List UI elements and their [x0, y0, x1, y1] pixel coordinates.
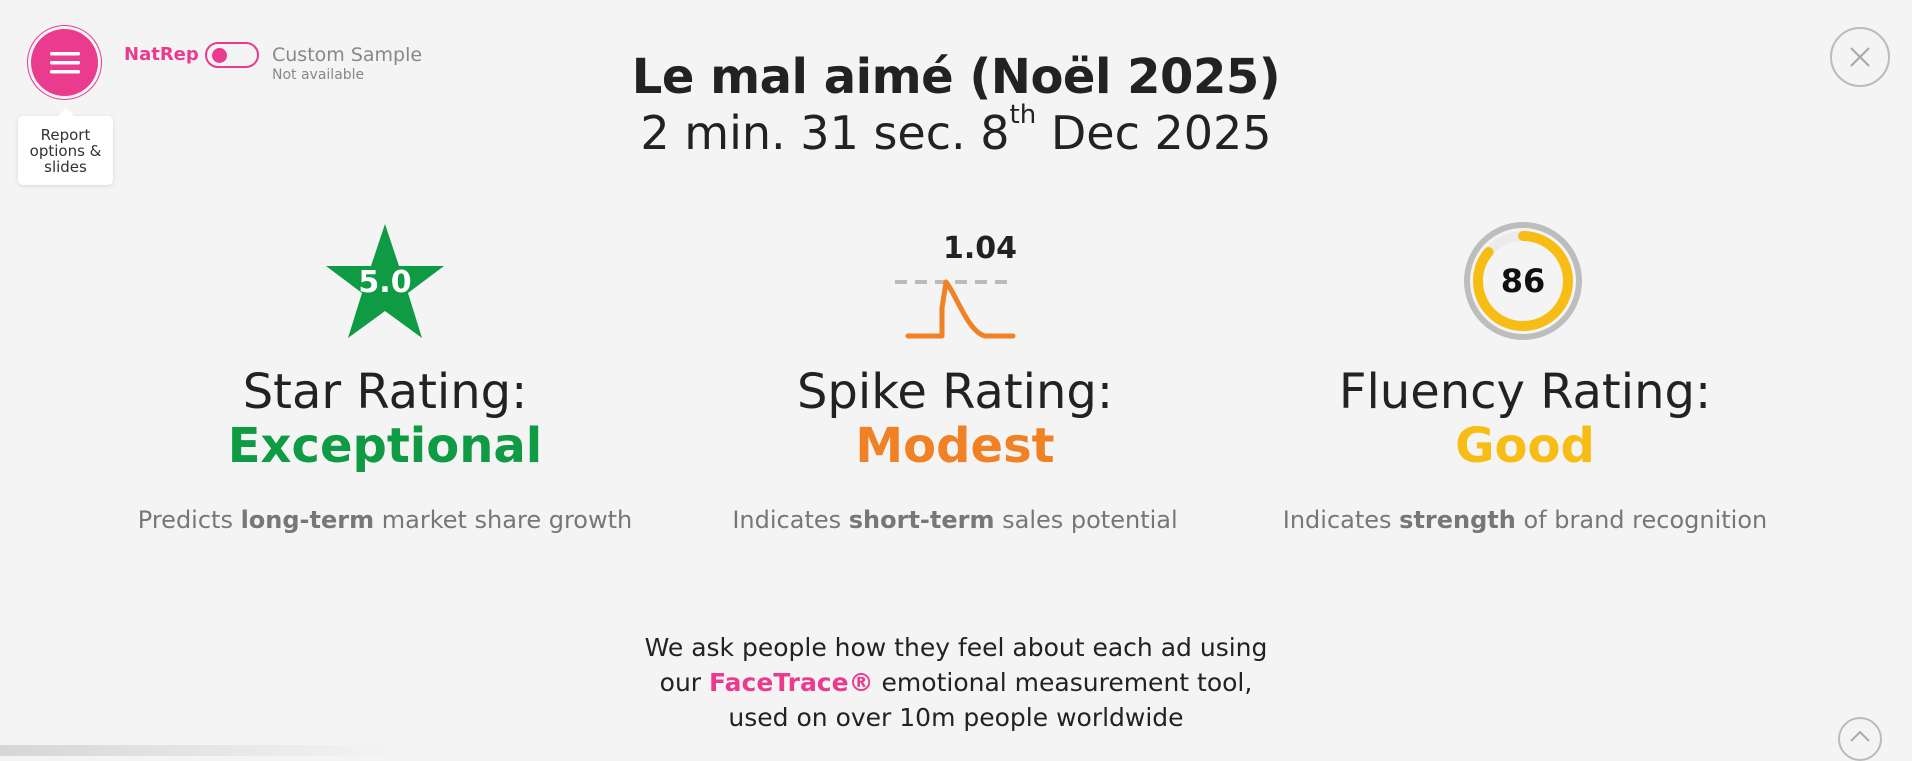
star-icon: 5.0: [326, 224, 444, 338]
facetrace-blurb: We ask people how they feel about each a…: [0, 630, 1912, 735]
scroll-up-button[interactable]: [1838, 717, 1882, 761]
fluency-ring-icon: 86: [1464, 222, 1582, 340]
spike-icon: 1.04: [895, 231, 1017, 339]
report-date-suffix: th: [1009, 100, 1037, 130]
facetrace-brand: FaceTrace®: [709, 668, 874, 697]
fluency-rating-value: Good: [1455, 418, 1595, 474]
blurb-line-3: used on over 10m people worldwide: [728, 703, 1184, 732]
bottom-scroll-indicator: [0, 745, 400, 756]
report-subtitle: 2 min. 31 sec. 8th Dec 2025: [0, 102, 1912, 160]
report-date: 8th Dec 2025: [980, 102, 1272, 160]
report-date-day: 8: [980, 106, 1010, 160]
fluency-rating-label: Fluency Rating:: [1338, 364, 1712, 420]
blurb-line-2: our FaceTrace® emotional measurement too…: [659, 668, 1253, 697]
chevron-up-icon: [1850, 730, 1870, 742]
fluency-value: 86: [1501, 262, 1546, 300]
star-value: 5.0: [358, 265, 411, 300]
spike-rating-label: Spike Rating:: [796, 364, 1114, 420]
report-duration: 2 min. 31 sec.: [640, 106, 966, 160]
spike-rating-description: Indicates short-term sales potential: [732, 506, 1178, 534]
star-rating-label: Star Rating:: [242, 364, 528, 420]
report-date-rest: Dec 2025: [1050, 106, 1272, 160]
report-title: Le mal aimé (Noël 2025): [631, 49, 1281, 105]
star-rating-description: Predicts long-term market share growth: [137, 506, 633, 534]
spike-value: 1.04: [943, 231, 1017, 266]
spike-rating-value: Modest: [855, 418, 1055, 474]
fluency-rating-description: Indicates strength of brand recognition: [1282, 506, 1768, 534]
star-rating-value: Exceptional: [227, 418, 543, 474]
blurb-line-1: We ask people how they feel about each a…: [644, 633, 1268, 662]
